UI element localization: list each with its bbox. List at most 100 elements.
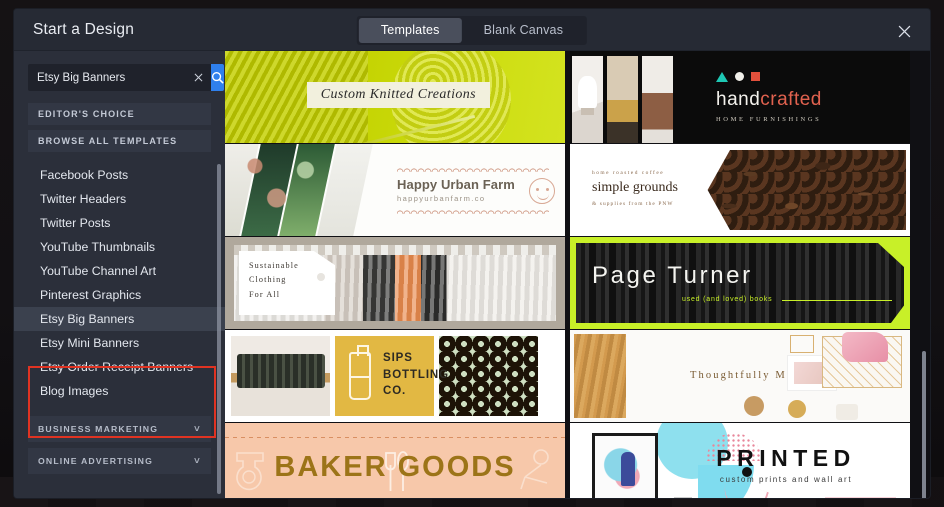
banner-label: Custom Knitted Creations — [306, 82, 491, 109]
pink-cloth — [842, 332, 888, 362]
simple-grounds-banner-art: home roasted coffee simple grounds & sup… — [570, 144, 910, 236]
chevron-down-icon: ˅ — [194, 455, 201, 467]
sidebar-item-etsy-mini-banners[interactable]: Etsy Mini Banners — [14, 331, 225, 355]
template-grid-scrollbar[interactable] — [922, 351, 926, 498]
browse-all-templates-button[interactable]: BROWSE ALL TEMPLATES — [28, 130, 211, 152]
close-icon — [194, 73, 202, 82]
template-card-sustainable-clothing[interactable]: Sustainable Clothing For All — [225, 237, 565, 329]
tag-line-1: Sustainable — [249, 261, 299, 270]
sidebar-item-youtube-channel-art[interactable]: YouTube Channel Art — [14, 259, 225, 283]
botanical-overlay — [231, 150, 351, 230]
sidebar-group-label: ONLINE ADVERTISING — [38, 456, 153, 466]
search-icon — [211, 71, 224, 84]
tag-hole — [317, 273, 325, 281]
search-submit-button[interactable] — [211, 64, 224, 91]
printed-banner-art: PRINTED custom prints and wall art print… — [570, 423, 910, 498]
template-card-simple-grounds[interactable]: home roasted coffee simple grounds & sup… — [570, 144, 910, 236]
template-card-baker-goods[interactable]: BAKER GOODS — [225, 423, 565, 498]
template-subtitle: used (and loved) books — [682, 296, 773, 303]
sustainable-clothing-banner-art: Sustainable Clothing For All — [225, 237, 565, 329]
search-field[interactable] — [28, 64, 211, 91]
template-subtitle: custom prints and wall art — [719, 475, 853, 484]
search-bar — [28, 64, 224, 91]
accent-rule — [782, 300, 892, 301]
sidebar-item-pinterest-graphics[interactable]: Pinterest Graphics — [14, 283, 225, 307]
template-card-page-turner[interactable]: Page Turner used (and loved) books — [570, 237, 910, 329]
sidebar-item-twitter-headers[interactable]: Twitter Headers — [14, 187, 225, 211]
modal-body: EDITOR'S CHOICE BROWSE ALL TEMPLATES Fac… — [14, 51, 930, 498]
template-row: Custom Knitted Creations handcrafted HOM… — [225, 51, 930, 143]
sidebar-group-label: BUSINESS MARKETING — [38, 424, 159, 434]
tab-templates[interactable]: Templates — [358, 18, 462, 43]
dashed-line-top — [225, 437, 565, 438]
screen: Start a Design Templates Blank Canvas Et… — [0, 0, 944, 507]
coffee-beans-photo — [698, 150, 906, 230]
template-eyebrow: home roasted coffee — [592, 170, 665, 176]
square-icon — [751, 72, 760, 81]
gold-spoon — [788, 400, 806, 418]
template-title: Page Turner — [592, 262, 753, 289]
template-row: Sustainable Clothing For All Page Turner… — [225, 237, 930, 329]
bottle-icon — [349, 345, 371, 400]
sidebar-item-etsy-big-banners[interactable]: Etsy Big Banners — [14, 307, 225, 331]
template-card-sips-bottling-co[interactable]: SIPS BOTTLING CO. — [225, 330, 565, 422]
accent-shapes — [716, 71, 910, 82]
cork-coaster — [744, 396, 764, 416]
template-url: happyurbanfarm.co — [397, 194, 486, 203]
plant-pot — [674, 497, 692, 498]
modal-title: Start a Design — [33, 20, 135, 38]
framed-artwork — [592, 433, 658, 498]
search-input[interactable] — [37, 71, 191, 84]
template-card-handcrafted[interactable]: handcrafted HOME FURNISHINGS — [570, 51, 910, 143]
handcrafted-text-block: handcrafted HOME FURNISHINGS — [702, 51, 910, 143]
handcrafted-banner-art: handcrafted HOME FURNISHINGS — [570, 51, 910, 143]
page-turner-banner-art: Page Turner used (and loved) books — [570, 237, 910, 329]
start-a-design-modal: Start a Design Templates Blank Canvas Et… — [14, 9, 930, 498]
sips-bottling-banner-art: SIPS BOTTLING CO. — [225, 330, 565, 422]
template-title: simple grounds — [592, 180, 678, 195]
template-row: Happy Urban Farm happyurbanfarm.co home … — [225, 144, 930, 236]
figure-shape — [621, 452, 636, 487]
sidebar-group-online-advertising[interactable]: ONLINE ADVERTISING ˅ — [28, 448, 211, 474]
template-title: PRINTED — [716, 445, 856, 471]
editors-choice-button[interactable]: EDITOR'S CHOICE — [28, 103, 211, 125]
template-row: SIPS BOTTLING CO. Thoughtfully Made Skin… — [225, 330, 930, 422]
triangle-icon — [716, 71, 728, 82]
sidebar: EDITOR'S CHOICE BROWSE ALL TEMPLATES Fac… — [14, 51, 225, 498]
cream-jar — [836, 404, 858, 420]
tab-blank-canvas[interactable]: Blank Canvas — [462, 18, 586, 43]
wordmark-part-b: crafted — [760, 88, 822, 110]
clear-search-button[interactable] — [191, 71, 205, 85]
sips-text-block: SIPS BOTTLING CO. — [383, 350, 449, 400]
template-card-custom-knitted-creations[interactable]: Custom Knitted Creations — [225, 51, 565, 143]
knitted-banner-art: Custom Knitted Creations — [225, 51, 565, 143]
tag-line-3: For All — [249, 289, 281, 299]
template-title: Custom Knitted Creations — [320, 87, 477, 103]
wave-divider-bottom — [397, 208, 549, 214]
template-row: BAKER GOODS PRINTED custom prints and wa… — [225, 423, 930, 498]
template-card-printed[interactable]: PRINTED custom prints and wall art print… — [570, 423, 910, 498]
modal-header: Start a Design Templates Blank Canvas — [14, 9, 930, 51]
kraft-paper-texture — [574, 334, 626, 418]
template-card-happy-urban-farm[interactable]: Happy Urban Farm happyurbanfarm.co — [225, 144, 565, 236]
sidebar-item-youtube-thumbnails[interactable]: YouTube Thumbnails — [14, 235, 225, 259]
template-grid-area: Custom Knitted Creations handcrafted HOM… — [225, 51, 930, 498]
sidebar-item-facebook-posts[interactable]: Facebook Posts — [14, 163, 225, 187]
baker-goods-banner-art: BAKER GOODS — [225, 423, 565, 498]
sidebar-item-blog-images[interactable]: Blog Images — [14, 379, 225, 403]
sidebar-scrollbar[interactable] — [217, 164, 221, 494]
close-button[interactable] — [892, 19, 916, 43]
tag-text: Sustainable Clothing For All — [249, 259, 299, 302]
smiley-icon — [529, 178, 555, 204]
circle-icon — [735, 72, 744, 81]
gold-ring — [790, 335, 814, 353]
sidebar-group-business-marketing[interactable]: BUSINESS MARKETING ˅ — [28, 416, 211, 442]
crates-photo — [439, 336, 538, 416]
bottles-photo — [231, 336, 330, 416]
logo-panel: SIPS BOTTLING CO. — [335, 336, 448, 416]
template-card-thoughtfully-made-skincare[interactable]: Thoughtfully Made Skincare — [570, 330, 910, 422]
template-badge: printed.co — [825, 497, 896, 498]
sidebar-item-etsy-order-receipt-banners[interactable]: Etsy Order Receipt Banners — [14, 355, 225, 379]
sidebar-item-twitter-posts[interactable]: Twitter Posts — [14, 211, 225, 235]
wordmark: handcrafted — [716, 89, 910, 111]
